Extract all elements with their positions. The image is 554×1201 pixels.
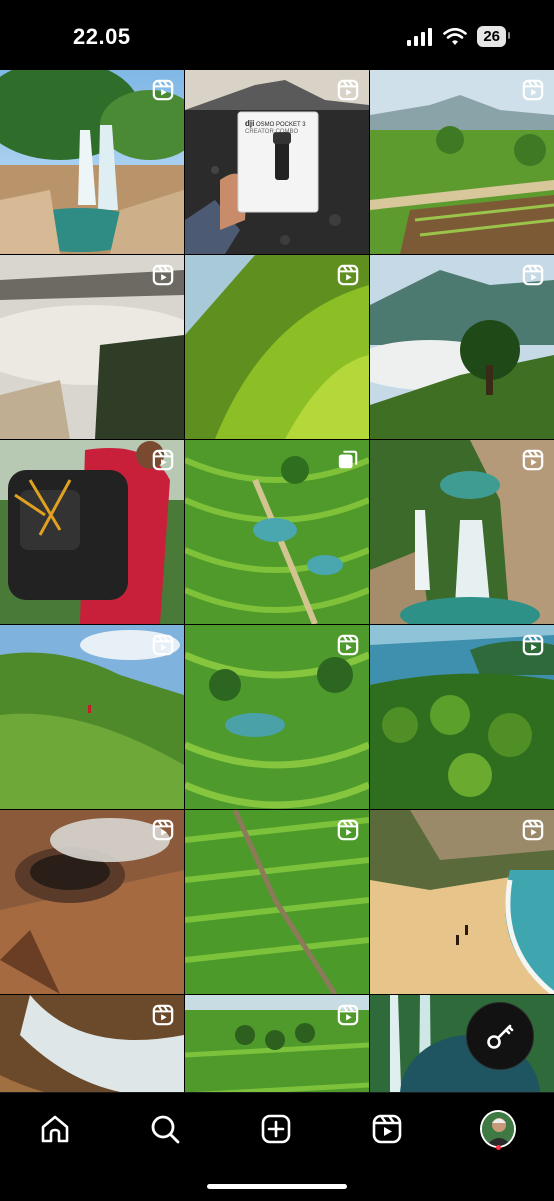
- nav-reels[interactable]: [369, 1111, 405, 1147]
- cellular-signal-icon: [407, 27, 433, 46]
- nav-profile[interactable]: [480, 1110, 516, 1148]
- reels-badge-icon: [152, 634, 174, 656]
- reels-badge-icon: [522, 264, 544, 286]
- product-name: OSMO POCKET 3: [256, 122, 306, 128]
- grid-post-rice-terraces[interactable]: [185, 440, 369, 624]
- grid-post-hiker-backpack[interactable]: [0, 440, 184, 624]
- status-icons: 26: [407, 26, 510, 47]
- reels-badge-icon: [152, 79, 174, 101]
- grid-post-rice-field-road[interactable]: [185, 810, 369, 994]
- home-indicator: [207, 1184, 347, 1189]
- grid-post-waterfall-pool[interactable]: [370, 440, 554, 624]
- reels-badge-icon: [337, 819, 359, 841]
- product-edition: CREATOR COMBO: [245, 129, 299, 135]
- grid-post-tree-on-hill[interactable]: [370, 255, 554, 439]
- search-icon: [151, 1115, 180, 1144]
- grid-post-green-hills[interactable]: [185, 255, 369, 439]
- reels-badge-icon: [522, 819, 544, 841]
- grid-post-terraced-valley[interactable]: [185, 625, 369, 809]
- reels-badge-icon: [152, 819, 174, 841]
- notification-dot: [496, 1145, 501, 1150]
- key-icon: [487, 1024, 514, 1049]
- grid-post-beach-cove[interactable]: [370, 810, 554, 994]
- home-icon: [41, 1115, 69, 1143]
- grid-post-palm-forest-coast[interactable]: [370, 625, 554, 809]
- grid-post-rice-fields-palms[interactable]: [370, 70, 554, 254]
- grid-post-volcano-crater[interactable]: [0, 810, 184, 994]
- reels-badge-icon: [522, 79, 544, 101]
- carousel-badge-icon: [338, 450, 358, 469]
- avatar: [480, 1110, 516, 1148]
- reels-badge-icon: [337, 1004, 359, 1026]
- floating-key-button[interactable]: [466, 1002, 534, 1070]
- reels-badge-icon: [522, 634, 544, 656]
- reels-badge-icon: [152, 449, 174, 471]
- reels-badge-icon: [152, 1004, 174, 1026]
- grid-post-sea-of-clouds[interactable]: [0, 255, 184, 439]
- product-brand: dji: [245, 119, 255, 128]
- reels-badge-icon: [337, 79, 359, 101]
- grid-post-dji-osmo-pocket-box[interactable]: dji OSMO POCKET 3 CREATOR COMBO: [185, 70, 369, 254]
- grid-post-rock-beach[interactable]: [0, 995, 184, 1092]
- reels-badge-icon: [337, 264, 359, 286]
- grid-post-savanna-hills[interactable]: [0, 625, 184, 809]
- wifi-icon: [443, 27, 468, 45]
- reels-icon: [372, 1114, 402, 1144]
- battery-indicator: 26: [477, 26, 510, 47]
- nav-search[interactable]: [147, 1111, 183, 1147]
- reels-badge-icon: [337, 634, 359, 656]
- nav-create[interactable]: [258, 1111, 294, 1147]
- grid-post-waterfall[interactable]: [0, 70, 184, 254]
- nav-home[interactable]: [37, 1111, 73, 1147]
- plus-square-icon: [261, 1114, 291, 1144]
- posts-grid: dji OSMO POCKET 3 CREATOR COMBO: [0, 70, 554, 1092]
- reels-badge-icon: [522, 449, 544, 471]
- reels-badge-icon: [152, 264, 174, 286]
- grid-post-palm-rice-fields[interactable]: [185, 995, 369, 1092]
- product-box-label: dji OSMO POCKET 3 CREATOR COMBO: [245, 120, 311, 136]
- status-bar: 22.05 26: [0, 0, 554, 70]
- status-time: 22.05: [73, 24, 131, 49]
